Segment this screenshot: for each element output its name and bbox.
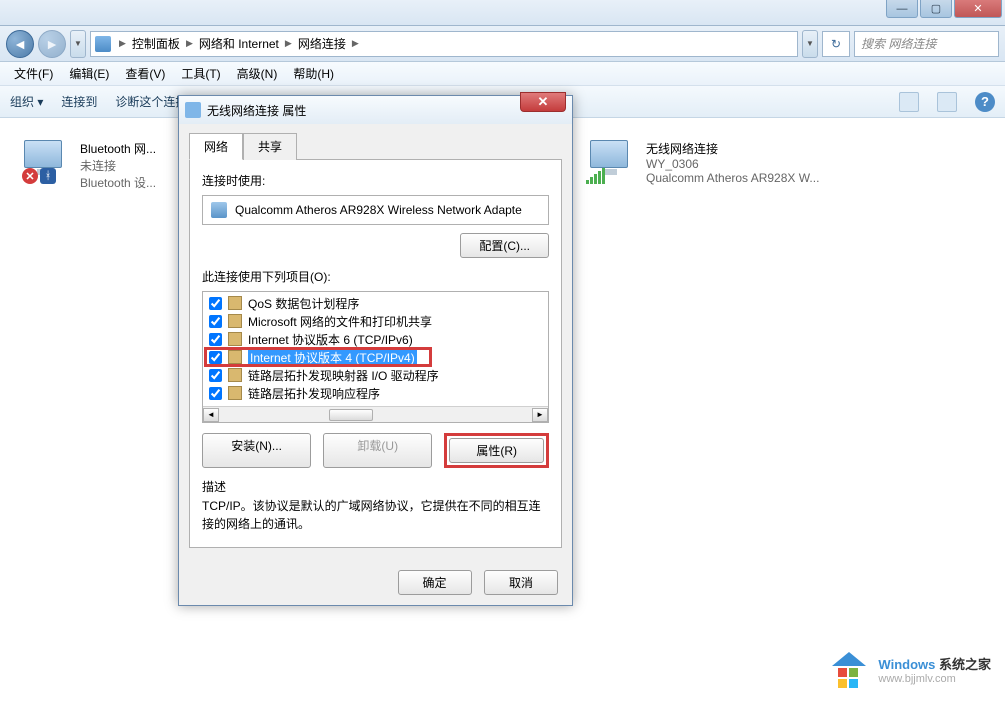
menubar: 文件(F) 编辑(E) 查看(V) 工具(T) 高级(N) 帮助(H) [0, 62, 1005, 86]
item-checkbox[interactable] [209, 315, 222, 328]
maximize-button[interactable]: ▢ [920, 0, 952, 18]
component-icon [228, 386, 242, 400]
connection-device: Bluetooth 设... [80, 174, 156, 191]
menu-view[interactable]: 查看(V) [117, 63, 173, 84]
dialog-footer: 确定 取消 [179, 560, 572, 605]
tab-sharing[interactable]: 共享 [243, 133, 297, 160]
items-listbox[interactable]: QoS 数据包计划程序 Microsoft 网络的文件和打印机共享 Intern… [202, 291, 549, 423]
list-item[interactable]: Microsoft 网络的文件和打印机共享 [203, 312, 548, 330]
watermark: Windows 系统之家 www.bjjmlv.com [828, 648, 991, 690]
cmd-organize[interactable]: 组织 ▾ [10, 93, 43, 110]
item-checkbox[interactable] [209, 351, 222, 364]
item-checkbox[interactable] [209, 369, 222, 382]
scroll-left-button[interactable]: ◄ [203, 408, 219, 422]
list-item[interactable]: 链路层拓扑发现映射器 I/O 驱动程序 [203, 366, 548, 384]
dialog-icon [185, 102, 201, 118]
breadcrumb-item[interactable]: 网络和 Internet [197, 35, 281, 52]
forward-button[interactable]: ► [38, 30, 66, 58]
window-titlebar: — ▢ ✕ [0, 0, 1005, 26]
minimize-button[interactable]: — [886, 0, 918, 18]
description-text: TCP/IP。该协议是默认的广域网络协议，它提供在不同的相互连接的网络上的通讯。 [202, 497, 549, 533]
breadcrumb-item[interactable]: 网络连接 [296, 35, 348, 52]
tab-pane-network: 连接时使用: Qualcomm Atheros AR928X Wireless … [189, 159, 562, 548]
item-checkbox[interactable] [209, 387, 222, 400]
menu-help[interactable]: 帮助(H) [285, 63, 342, 84]
nav-history-dropdown[interactable]: ▼ [70, 30, 86, 58]
list-item[interactable]: 链路层拓扑发现响应程序 [203, 384, 548, 402]
dialog-title: 无线网络连接 属性 [207, 102, 306, 119]
connection-status: WY_0306 [646, 157, 819, 171]
component-icon [228, 296, 242, 310]
configure-button[interactable]: 配置(C)... [460, 233, 549, 258]
uninstall-button: 卸载(U) [323, 433, 432, 468]
connection-name: Bluetooth 网... [80, 140, 156, 157]
items-label: 此连接使用下列项目(O): [202, 268, 549, 285]
cmd-connect[interactable]: 连接到 [61, 93, 97, 110]
properties-dialog: 无线网络连接 属性 ✕ 网络 共享 连接时使用: Qualcomm Athero… [178, 95, 573, 606]
item-checkbox[interactable] [209, 297, 222, 310]
ok-button[interactable]: 确定 [398, 570, 472, 595]
list-item[interactable]: QoS 数据包计划程序 [203, 294, 548, 312]
horizontal-scrollbar[interactable]: ◄ ► [203, 406, 548, 422]
breadcrumb[interactable]: ▶ 控制面板 ▶ 网络和 Internet ▶ 网络连接 ▶ [90, 31, 798, 57]
chevron-right-icon: ▶ [350, 38, 361, 49]
preview-icon[interactable] [937, 92, 957, 112]
search-input[interactable]: 搜索 网络连接 [854, 31, 999, 57]
cancel-button[interactable]: 取消 [484, 570, 558, 595]
item-checkbox[interactable] [209, 333, 222, 346]
dialog-titlebar[interactable]: 无线网络连接 属性 ✕ [179, 96, 572, 124]
component-icon [228, 350, 242, 364]
description-heading: 描述 [202, 478, 549, 495]
connection-device: Qualcomm Atheros AR928X W... [646, 171, 819, 185]
scroll-right-button[interactable]: ► [532, 408, 548, 422]
properties-button[interactable]: 属性(R) [449, 438, 544, 463]
bluetooth-icon: ᚼ [40, 168, 56, 184]
chevron-right-icon: ▶ [184, 38, 195, 49]
close-button[interactable]: ✕ [954, 0, 1002, 18]
adapter-name: Qualcomm Atheros AR928X Wireless Network… [235, 203, 522, 217]
error-icon: ✕ [22, 168, 38, 184]
back-button[interactable]: ◄ [6, 30, 34, 58]
menu-edit[interactable]: 编辑(E) [61, 63, 117, 84]
view-icon[interactable] [899, 92, 919, 112]
dialog-close-button[interactable]: ✕ [520, 92, 566, 112]
list-item[interactable]: Internet 协议版本 6 (TCP/IPv6) [203, 330, 548, 348]
chevron-right-icon: ▶ [283, 38, 294, 49]
chevron-right-icon: ▶ [117, 38, 128, 49]
highlight-box: 属性(R) [444, 433, 549, 468]
component-icon [228, 314, 242, 328]
tab-network[interactable]: 网络 [189, 133, 243, 160]
component-icon [228, 368, 242, 382]
signal-icon [586, 168, 608, 184]
menu-tools[interactable]: 工具(T) [173, 63, 228, 84]
install-button[interactable]: 安装(N)... [202, 433, 311, 468]
connection-status: 未连接 [80, 157, 156, 174]
list-item-selected[interactable]: Internet 协议版本 4 (TCP/IPv4) [203, 348, 548, 366]
address-bar-row: ◄ ► ▼ ▶ 控制面板 ▶ 网络和 Internet ▶ 网络连接 ▶ ▼ ↻… [0, 26, 1005, 62]
watermark-logo-icon [828, 648, 870, 690]
help-icon[interactable]: ? [975, 92, 995, 112]
adapter-box: Qualcomm Atheros AR928X Wireless Network… [202, 195, 549, 225]
scroll-thumb[interactable] [329, 409, 373, 421]
breadcrumb-item[interactable]: 控制面板 [130, 35, 182, 52]
location-icon [95, 36, 111, 52]
refresh-button[interactable]: ↻ [822, 31, 850, 57]
adapter-icon [211, 202, 227, 218]
menu-file[interactable]: 文件(F) [6, 63, 61, 84]
cmd-diagnose[interactable]: 诊断这个连接 [115, 93, 187, 110]
component-icon [228, 332, 242, 346]
menu-advanced[interactable]: 高级(N) [229, 63, 286, 84]
monitor-icon [24, 140, 62, 168]
connection-name: 无线网络连接 [646, 140, 819, 157]
connect-using-label: 连接时使用: [202, 172, 549, 189]
address-dropdown[interactable]: ▼ [802, 30, 818, 58]
monitor-icon [590, 140, 628, 168]
connection-wifi[interactable]: 无线网络连接 WY_0306 Qualcomm Atheros AR928X W… [590, 140, 845, 185]
